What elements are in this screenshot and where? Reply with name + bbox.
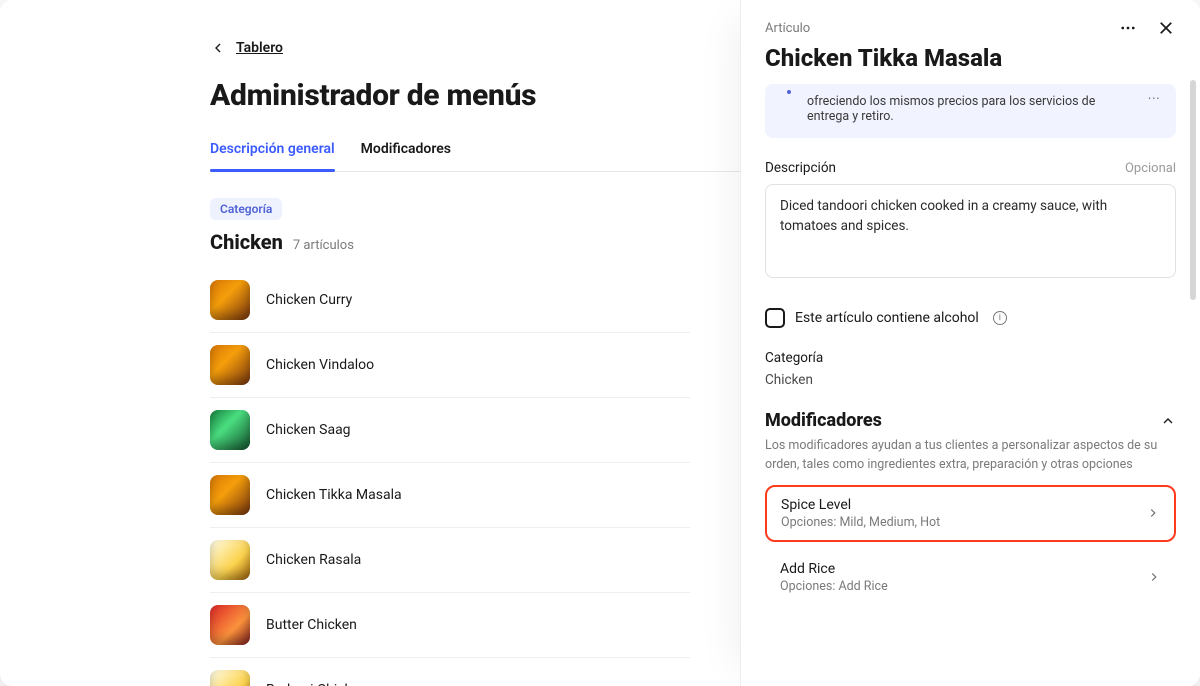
alcohol-label: Este artículo contiene alcohol bbox=[795, 310, 979, 326]
item-name: Chicken Rasala bbox=[266, 552, 361, 568]
food-photo-thumb bbox=[210, 605, 250, 645]
food-photo-thumb bbox=[210, 670, 250, 686]
category-content: Categoría Chicken 7 artículos Chicken Cu… bbox=[210, 172, 690, 686]
alcohol-row[interactable]: Este artículo contiene alcohol i bbox=[765, 308, 1176, 328]
item-name: Chicken Tikka Masala bbox=[266, 487, 402, 503]
food-photo-thumb bbox=[210, 410, 250, 450]
category-header: Chicken 7 artículos bbox=[210, 230, 690, 254]
alcohol-checkbox[interactable] bbox=[765, 308, 785, 328]
description-textarea[interactable] bbox=[765, 184, 1176, 278]
category-name: Chicken bbox=[210, 230, 283, 254]
modifier-group-title: Add Rice bbox=[780, 561, 888, 577]
banner-more-icon[interactable]: ⋯ bbox=[1148, 90, 1163, 106]
tab-overview[interactable]: Descripción general bbox=[210, 131, 335, 171]
chevron-right-icon bbox=[1147, 570, 1161, 584]
list-item[interactable]: Chicken Tikka Masala bbox=[210, 462, 690, 527]
modifiers-section-header[interactable]: Modificadores bbox=[765, 410, 1176, 431]
chevron-left-icon bbox=[210, 40, 226, 56]
info-banner: ofreciendo los mismos precios para los s… bbox=[765, 84, 1176, 138]
description-optional: Opcional bbox=[1125, 161, 1176, 176]
close-icon bbox=[1157, 19, 1175, 37]
tab-modifiers[interactable]: Modificadores bbox=[361, 131, 451, 171]
modifiers-heading: Modificadores bbox=[765, 410, 882, 431]
modifiers-description: Los modificadores ayudan a tus clientes … bbox=[765, 437, 1176, 475]
item-name: Chicken Saag bbox=[266, 422, 351, 438]
chevron-up-icon bbox=[1160, 413, 1176, 429]
list-item[interactable]: Chicken Curry bbox=[210, 268, 690, 332]
category-field-label: Categoría bbox=[765, 350, 1176, 366]
list-item[interactable]: Chicken Vindaloo bbox=[210, 332, 690, 397]
category-field: Categoría Chicken bbox=[765, 350, 1176, 388]
info-icon[interactable]: i bbox=[993, 311, 1007, 325]
info-banner-text: ofreciendo los mismos precios para los s… bbox=[807, 94, 1095, 124]
chevron-right-icon bbox=[1146, 506, 1160, 520]
kebab-icon bbox=[1119, 19, 1137, 37]
breadcrumb-link[interactable]: Tablero bbox=[236, 40, 283, 56]
app-frame: Tablero Administrador de menús Descripci… bbox=[0, 0, 1200, 686]
food-photo-thumb bbox=[210, 540, 250, 580]
food-photo-thumb bbox=[210, 280, 250, 320]
item-name: Butter Chicken bbox=[266, 617, 357, 633]
food-photo-thumb bbox=[210, 345, 250, 385]
panel-type-label: Artículo bbox=[765, 21, 810, 36]
panel-title: Chicken Tikka Masala bbox=[765, 44, 1176, 72]
list-item[interactable]: Chicken Saag bbox=[210, 397, 690, 462]
modifier-group-add-rice[interactable]: Add Rice Opciones: Add Rice bbox=[765, 550, 1176, 605]
description-label: Descripción bbox=[765, 160, 836, 176]
more-options-button[interactable] bbox=[1118, 18, 1138, 38]
detail-panel: Artículo Chicken Tikka Masala ofreciendo… bbox=[740, 0, 1200, 686]
close-button[interactable] bbox=[1156, 18, 1176, 38]
category-pill: Categoría bbox=[210, 198, 282, 220]
list-item[interactable]: Butter Chicken bbox=[210, 592, 690, 657]
category-count: 7 artículos bbox=[293, 238, 354, 253]
item-name: Chicken Curry bbox=[266, 292, 352, 308]
modifier-group-spice-level[interactable]: Spice Level Opciones: Mild, Medium, Hot bbox=[765, 485, 1176, 542]
modifier-group-sub: Opciones: Add Rice bbox=[780, 579, 888, 594]
list-item[interactable]: Badami Chicken bbox=[210, 657, 690, 686]
modifier-group-sub: Opciones: Mild, Medium, Hot bbox=[781, 515, 940, 530]
bullet-icon bbox=[787, 90, 791, 94]
panel-body: ofreciendo los mismos precios para los s… bbox=[741, 84, 1200, 686]
food-photo-thumb bbox=[210, 475, 250, 515]
panel-header: Artículo Chicken Tikka Masala bbox=[741, 0, 1200, 84]
item-name: Badami Chicken bbox=[266, 682, 367, 686]
list-item[interactable]: Chicken Rasala bbox=[210, 527, 690, 592]
category-field-value: Chicken bbox=[765, 372, 813, 388]
item-name: Chicken Vindaloo bbox=[266, 357, 374, 373]
modifier-group-title: Spice Level bbox=[781, 497, 940, 513]
